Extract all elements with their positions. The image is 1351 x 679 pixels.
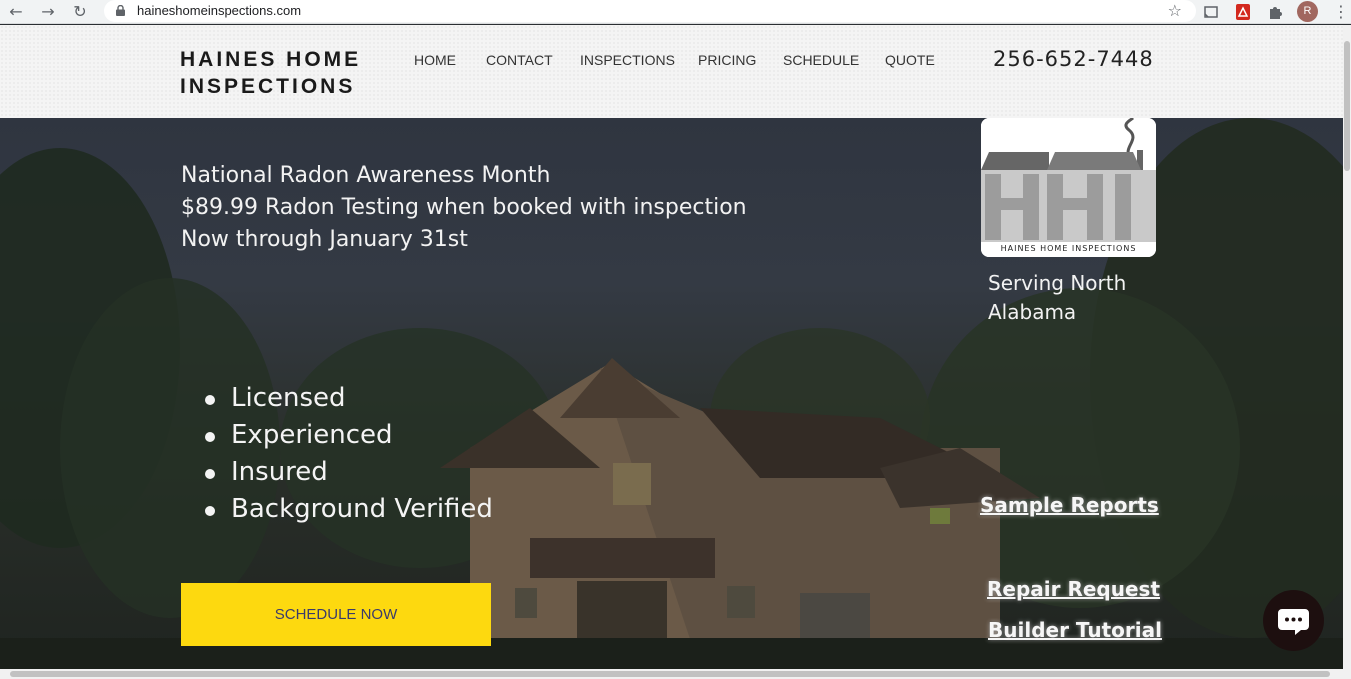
chat-icon — [1278, 609, 1309, 635]
bullet-icon — [205, 395, 215, 405]
hero-section: National Radon Awareness Month $89.99 Ra… — [0, 118, 1343, 669]
schedule-now-button[interactable]: SCHEDULE NOW — [181, 583, 491, 646]
bullet-icon — [205, 469, 215, 479]
bullet-icon — [205, 506, 215, 516]
bullet-icon — [205, 432, 215, 442]
radon-promo: National Radon Awareness Month $89.99 Ra… — [181, 160, 747, 256]
nav-pricing[interactable]: PRICING — [698, 52, 756, 68]
horizontal-scrollbar[interactable] — [0, 669, 1351, 679]
site-header: HAINES HOME INSPECTIONS HOME CONTACT INS… — [0, 25, 1343, 118]
feature-label: Insured — [231, 457, 328, 487]
pdf-extension-icon[interactable] — [1233, 2, 1253, 22]
back-icon[interactable]: ← — [6, 2, 26, 22]
feature-label: Background Verified — [231, 494, 493, 524]
logo-line-1: HAINES HOME — [180, 48, 362, 71]
browser-toolbar: ← → ↻ haineshomeinspections.com ☆ R ⋮ — [0, 0, 1351, 24]
nav-home[interactable]: HOME — [414, 52, 456, 68]
logo-caption: HAINES HOME INSPECTIONS — [1000, 244, 1137, 253]
bookmark-star-icon[interactable]: ☆ — [1168, 1, 1182, 20]
scrollbar-thumb[interactable] — [10, 671, 1330, 677]
vertical-scrollbar[interactable] — [1343, 25, 1351, 669]
feature-item: Experienced — [201, 417, 493, 454]
nav-inspections[interactable]: INSPECTIONS — [580, 52, 675, 68]
scrollbar-thumb[interactable] — [1344, 41, 1350, 171]
hhi-house-logo-icon — [981, 118, 1156, 257]
url-text: haineshomeinspections.com — [137, 3, 302, 18]
cast-icon[interactable] — [1201, 2, 1221, 22]
nav-contact[interactable]: CONTACT — [486, 52, 553, 68]
nav-schedule[interactable]: SCHEDULE — [783, 52, 859, 68]
profile-avatar[interactable]: R — [1297, 1, 1318, 22]
feature-label: Experienced — [231, 420, 393, 450]
feature-item: Licensed — [201, 380, 493, 417]
menu-dots-icon[interactable]: ⋮ — [1333, 2, 1349, 21]
promo-line-2: $89.99 Radon Testing when booked with in… — [181, 195, 747, 220]
chat-widget-button[interactable] — [1263, 590, 1324, 651]
promo-line-1: National Radon Awareness Month — [181, 163, 551, 188]
nav-quote[interactable]: QUOTE — [885, 52, 935, 68]
site-logo[interactable]: HAINES HOME INSPECTIONS — [180, 46, 380, 100]
feature-label: Licensed — [231, 383, 346, 413]
feature-item: Insured — [201, 454, 493, 491]
address-bar[interactable]: haineshomeinspections.com ☆ — [104, 0, 1196, 22]
sample-reports-link[interactable]: Sample Reports — [980, 493, 1159, 517]
promo-line-3: Now through January 31st — [181, 227, 468, 252]
company-logo-image[interactable]: HAINES HOME INSPECTIONS — [981, 118, 1156, 257]
feature-list: Licensed Experienced Insured Background … — [201, 380, 493, 528]
feature-item: Background Verified — [201, 491, 493, 528]
builder-tutorial-link[interactable]: Builder Tutorial — [988, 618, 1162, 642]
logo-line-2: INSPECTIONS — [180, 75, 356, 98]
forward-icon[interactable]: → — [38, 2, 58, 22]
extensions-puzzle-icon[interactable] — [1265, 2, 1285, 22]
phone-number[interactable]: 256-652-7448 — [993, 47, 1154, 71]
lock-icon — [116, 5, 125, 16]
service-area-text: Serving North Alabama — [988, 271, 1127, 324]
repair-request-link[interactable]: Repair Request — [987, 577, 1160, 601]
reload-icon[interactable]: ↻ — [70, 2, 90, 22]
